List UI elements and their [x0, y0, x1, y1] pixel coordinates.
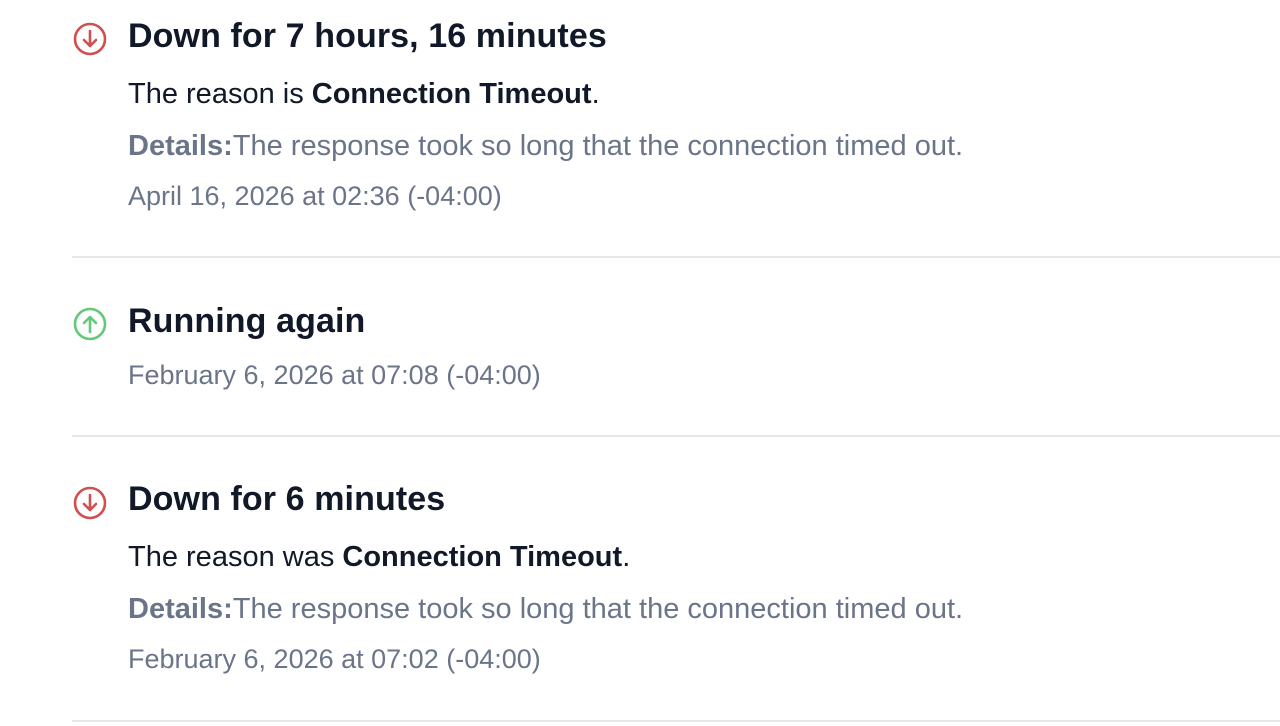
- reason-prefix: The reason was: [128, 541, 343, 573]
- details-label: Details:: [128, 130, 233, 162]
- event-timestamp: April 16, 2026 at 02:36 (-04:00): [128, 181, 502, 211]
- event-title: Running again: [128, 302, 366, 340]
- timeline-event-down: Down for 6 minutes The reason was Connec…: [72, 437, 1280, 722]
- event-timestamp: February 6, 2026 at 07:08 (-04:00): [128, 360, 541, 390]
- event-title: Down for 6 minutes: [128, 480, 446, 518]
- arrow-up-circle-icon: [72, 306, 108, 342]
- event-timestamp: February 6, 2026 at 07:02 (-04:00): [128, 644, 541, 674]
- details-label: Details:: [128, 593, 233, 625]
- incident-timeline: Down for 7 hours, 16 minutes The reason …: [72, 0, 1280, 722]
- details-text: The response took so long that the conne…: [232, 130, 964, 162]
- event-content: Down for 7 hours, 16 minutes The reason …: [128, 16, 1280, 212]
- timeline-event-down: Down for 7 hours, 16 minutes The reason …: [72, 0, 1280, 258]
- reason-value: Connection Timeout: [342, 541, 623, 573]
- timeline-event-up: Running again February 6, 2026 at 07:08 …: [72, 258, 1280, 437]
- reason-prefix: The reason is: [128, 78, 312, 110]
- event-reason: The reason was Connection Timeout.: [128, 539, 1280, 575]
- event-content: Down for 6 minutes The reason was Connec…: [128, 479, 1280, 675]
- reason-value: Connection Timeout: [311, 78, 592, 110]
- event-details: Details:The response took so long that t…: [128, 591, 1280, 627]
- details-text: The response took so long that the conne…: [232, 593, 964, 625]
- reason-suffix: .: [591, 78, 600, 110]
- event-reason: The reason is Connection Timeout.: [128, 76, 1280, 112]
- event-content: Running again February 6, 2026 at 07:08 …: [128, 301, 1280, 391]
- event-title: Down for 7 hours, 16 minutes: [128, 17, 607, 55]
- reason-suffix: .: [622, 541, 631, 573]
- event-details: Details:The response took so long that t…: [128, 128, 1280, 164]
- arrow-down-circle-icon: [72, 484, 108, 520]
- arrow-down-circle-icon: [72, 20, 108, 56]
